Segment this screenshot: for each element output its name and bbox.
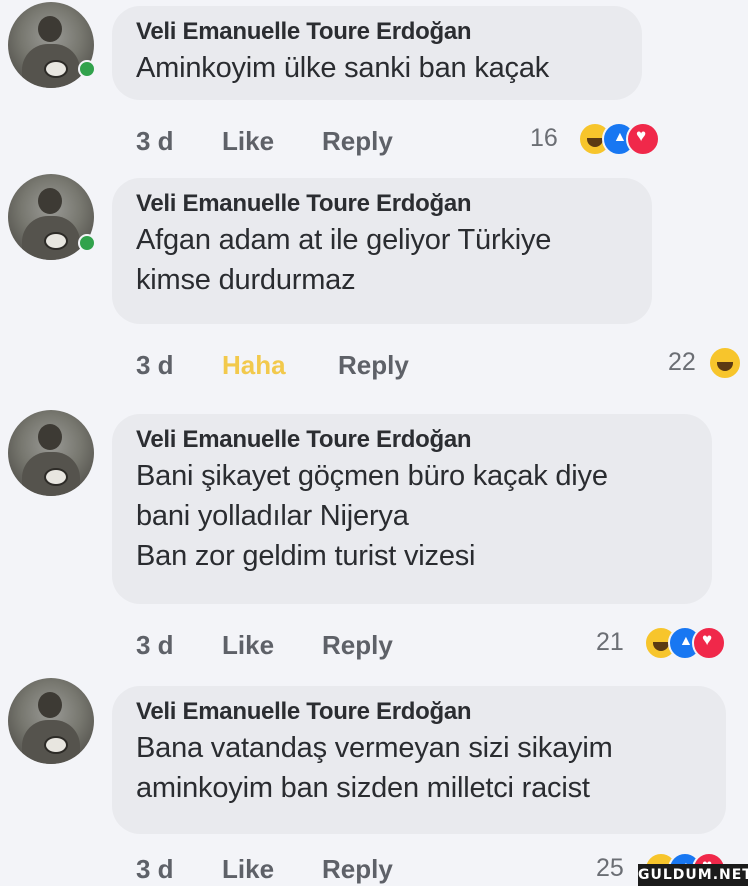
comment-text: Ban zor geldim turist vizesi	[136, 540, 476, 572]
reaction-summary[interactable]: 21	[594, 626, 748, 660]
avatar[interactable]	[8, 678, 94, 764]
comment-bubble: Veli Emanuelle Toure Erdoğan Bana vatand…	[112, 686, 726, 834]
reply-button[interactable]: Reply	[322, 126, 393, 157]
avatar-badge	[44, 468, 68, 486]
comment-text: aminkoyim ban sizden milletci racist	[136, 772, 590, 804]
comment-author[interactable]: Veli Emanuelle Toure Erdoğan	[136, 424, 688, 456]
avatar-badge	[44, 60, 68, 78]
avatar[interactable]	[8, 410, 94, 496]
comment-author[interactable]: Veli Emanuelle Toure Erdoğan	[136, 188, 628, 220]
reaction-summary[interactable]: 22	[664, 346, 748, 380]
like-button[interactable]: Like	[222, 630, 274, 661]
reaction-count: 25	[596, 854, 624, 882]
comment-age: 3 d	[136, 854, 174, 884]
avatar-head	[38, 188, 62, 214]
online-status-icon	[78, 234, 96, 252]
reply-button[interactable]: Reply	[338, 350, 409, 381]
like-button[interactable]: Like	[222, 126, 274, 157]
comment-text: Aminkoyim ülke sanki ban kaçak	[136, 52, 550, 84]
reaction-count: 21	[596, 628, 624, 656]
avatar-head	[38, 16, 62, 42]
comment-bubble: Veli Emanuelle Toure Erdoğan Bani şikaye…	[112, 414, 712, 604]
comment-bubble: Veli Emanuelle Toure Erdoğan Aminkoyim ü…	[112, 6, 642, 100]
comment-author[interactable]: Veli Emanuelle Toure Erdoğan	[136, 16, 618, 48]
comment-text: bani yolladılar Nijerya	[136, 500, 409, 532]
comment-age: 3 d	[136, 126, 174, 156]
reaction-summary[interactable]: 16	[528, 122, 688, 156]
avatar-badge	[44, 736, 68, 754]
avatar-head	[38, 424, 62, 450]
comment-bubble: Veli Emanuelle Toure Erdoğan Afgan adam …	[112, 178, 652, 324]
comment-age: 3 d	[136, 630, 174, 660]
love-reaction-icon	[692, 626, 726, 660]
like-button[interactable]: Like	[222, 854, 274, 885]
comment-text: Afgan adam at ile geliyor Türkiye	[136, 224, 552, 256]
reply-button[interactable]: Reply	[322, 854, 393, 885]
comment-age: 3 d	[136, 350, 174, 380]
comment-text: Bani şikayet göçmen büro kaçak diye	[136, 460, 608, 492]
site-watermark: GULDUM.NET	[638, 864, 748, 886]
haha-button[interactable]: Haha	[222, 350, 286, 381]
haha-reaction-icon	[708, 346, 742, 380]
comment-text: Bana vatandaş vermeyan sizi sikayim	[136, 732, 613, 764]
comment-author[interactable]: Veli Emanuelle Toure Erdoğan	[136, 696, 702, 728]
comment-text: kimse durdurmaz	[136, 264, 356, 296]
avatar-head	[38, 692, 62, 718]
reaction-count: 22	[668, 348, 696, 376]
reply-button[interactable]: Reply	[322, 630, 393, 661]
online-status-icon	[78, 60, 96, 78]
reaction-count: 16	[530, 124, 558, 152]
avatar-badge	[44, 232, 68, 250]
love-reaction-icon	[626, 122, 660, 156]
